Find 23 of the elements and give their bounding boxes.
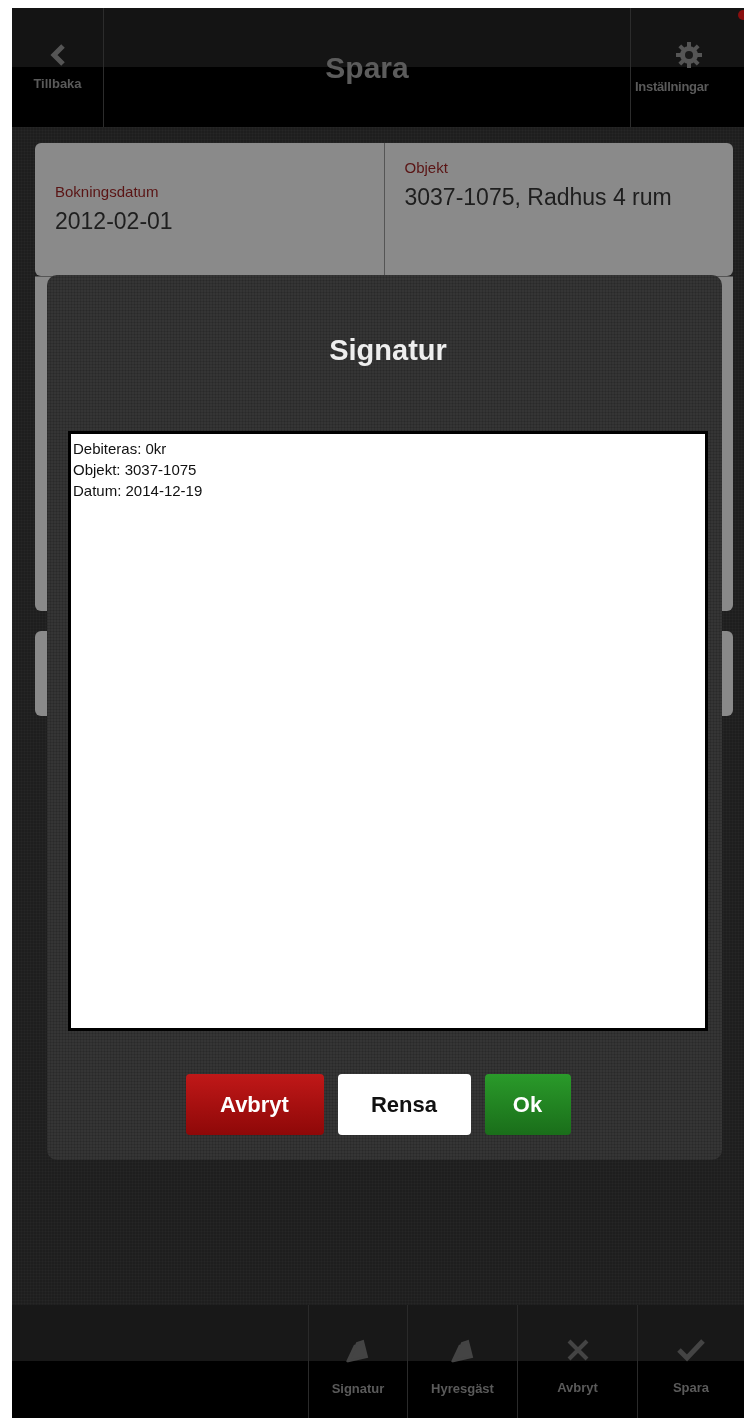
- field-label: Objekt: [404, 159, 449, 176]
- clear-button[interactable]: Rensa: [337, 1074, 471, 1135]
- dialog-title: Signatur: [329, 333, 447, 368]
- cancel-button[interactable]: Avbryt: [185, 1074, 324, 1135]
- toolbar-button[interactable]: Avbryt: [517, 1305, 637, 1418]
- back-icon: [49, 44, 66, 66]
- field-label: Bokningsdatum: [55, 183, 160, 200]
- page-title: Spara: [325, 50, 409, 85]
- checkmark-icon: [677, 1337, 705, 1362]
- back-button[interactable]: Tillbaka: [12, 8, 104, 127]
- ok-button[interactable]: Ok: [484, 1074, 571, 1135]
- toolbar-button[interactable]: Signatur: [308, 1305, 407, 1418]
- signature-info-text: Datum: 2014-12-19: [73, 481, 204, 501]
- toolbar-button[interactable]: Hyresgäst: [407, 1305, 517, 1418]
- signature-info-text: Objekt: 3037-1075: [73, 460, 198, 480]
- signature-pad[interactable]: Debiteras: 0kr Objekt: 3037-1075 Datum: 2014-12-19: [68, 431, 708, 1031]
- close-icon: [565, 1337, 590, 1362]
- settings-button[interactable]: Inställningar: [630, 8, 744, 127]
- signature-info-text: Debiteras: 0kr: [73, 439, 168, 459]
- settings-icon: [675, 41, 703, 69]
- field-value: 2012-02-01: [55, 207, 174, 236]
- toolbar-button[interactable]: Spara: [637, 1305, 744, 1418]
- field-value: 3037-1075, Radhus 4 rum: [404, 183, 673, 212]
